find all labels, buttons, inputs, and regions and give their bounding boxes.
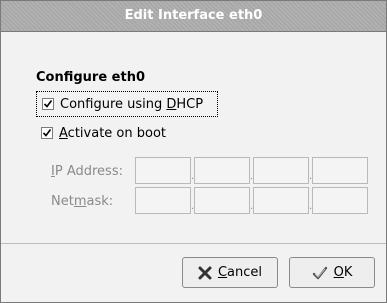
- cancel-label: Cancel: [217, 265, 263, 280]
- netmask-label: Netmask:: [51, 194, 114, 209]
- netmask-octet-2-input[interactable]: [194, 187, 250, 214]
- dhcp-label: Configure using DHCP: [60, 96, 204, 112]
- checkmark-icon: [312, 266, 328, 280]
- ip-address-label: IP Address:: [51, 164, 123, 179]
- configure-dhcp-checkbox[interactable]: Configure using DHCP: [36, 91, 218, 117]
- ip-octet-4-input[interactable]: [312, 157, 368, 184]
- netmask-octet-4-input[interactable]: [312, 187, 368, 214]
- netmask-octet-3-input[interactable]: [253, 187, 309, 214]
- cancel-x-icon: [198, 266, 212, 280]
- ok-button[interactable]: OK: [289, 257, 375, 288]
- title-bar[interactable]: Edit Interface eth0: [1, 1, 386, 32]
- activate-on-boot-checkbox[interactable]: Activate on boot: [36, 120, 166, 146]
- section-title: Configure eth0: [36, 70, 146, 85]
- ip-octet-2-input[interactable]: [194, 157, 250, 184]
- window-title: Edit Interface eth0: [124, 8, 263, 23]
- ip-octet-3-input[interactable]: [253, 157, 309, 184]
- boot-checkbox-box[interactable]: [41, 127, 53, 139]
- edit-interface-dialog: Edit Interface eth0 Configure eth0 Confi…: [0, 0, 387, 303]
- button-separator: [1, 243, 386, 244]
- checkmark-icon: [42, 129, 52, 137]
- checkmark-icon: [43, 100, 53, 108]
- netmask-octet-1-input[interactable]: [135, 187, 191, 214]
- ok-label: OK: [333, 265, 353, 280]
- cancel-button[interactable]: Cancel: [182, 257, 278, 288]
- ip-octet-1-input[interactable]: [135, 157, 191, 184]
- dhcp-checkbox-box[interactable]: [42, 98, 54, 110]
- boot-label: Activate on boot: [59, 125, 166, 141]
